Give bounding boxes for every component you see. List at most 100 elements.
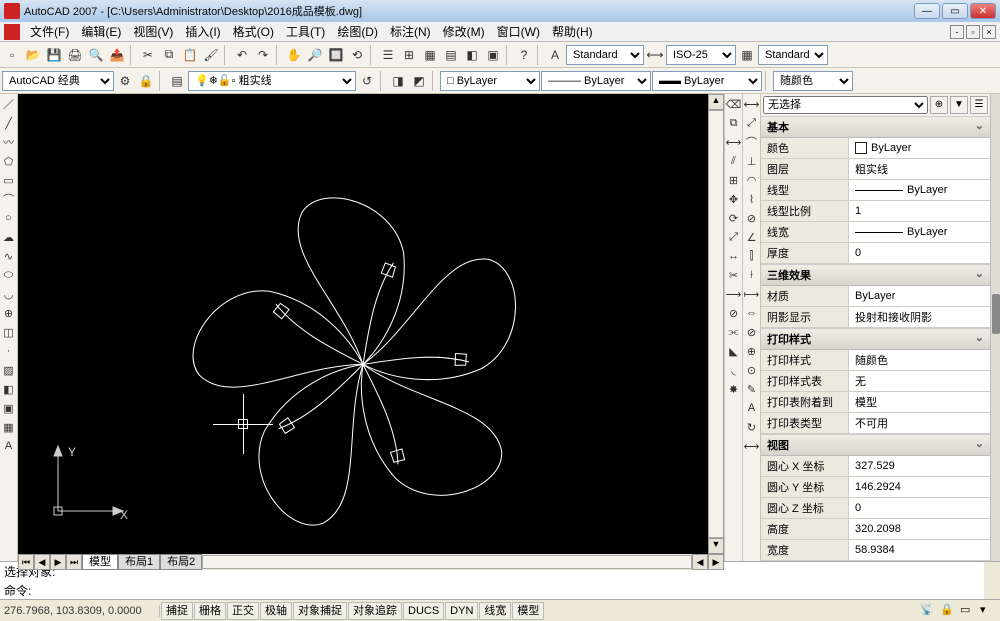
prop-ltype-value[interactable]: ByLayer	[849, 180, 990, 200]
tray-comm-icon[interactable]: 📡	[920, 603, 936, 619]
dimbreak-icon[interactable]: ⊘	[744, 324, 760, 340]
zoom-rt-icon[interactable]: 🔎	[305, 45, 325, 65]
selection-combo[interactable]: 无选择	[763, 96, 928, 114]
dimcont-icon[interactable]: ⟼	[744, 286, 760, 302]
tolerance-icon[interactable]: ⊕	[744, 343, 760, 359]
tray-lock-icon[interactable]: 🔒	[940, 603, 956, 619]
ellipsearc-icon[interactable]: ◡	[1, 286, 17, 302]
line-icon[interactable]: ／	[1, 96, 17, 112]
mode-polar[interactable]: 极轴	[260, 602, 292, 620]
circle-icon[interactable]: ○	[1, 210, 17, 226]
dimtedit-icon[interactable]: A	[744, 400, 760, 416]
layer-mgr-icon[interactable]: ▤	[167, 71, 187, 91]
point-icon[interactable]: ·	[1, 343, 17, 359]
new-icon[interactable]: ▫	[2, 45, 22, 65]
menu-edit[interactable]: 编辑(E)	[75, 23, 127, 40]
break-icon[interactable]: ⊘	[726, 305, 742, 321]
trim-icon[interactable]: ✂	[726, 267, 742, 283]
menu-modify[interactable]: 修改(M)	[437, 23, 491, 40]
tab-layout2[interactable]: 布局2	[160, 554, 202, 570]
pline-icon[interactable]: 〰	[1, 134, 17, 150]
linetype-combo[interactable]: ——— ByLayer	[541, 71, 651, 91]
pickadd-icon[interactable]: ⊕	[930, 96, 948, 114]
tab-layout1[interactable]: 布局1	[118, 554, 160, 570]
menu-insert[interactable]: 插入(I)	[179, 23, 226, 40]
center-icon[interactable]: ⊙	[744, 362, 760, 378]
prop-ptable-value[interactable]: 无	[849, 371, 990, 391]
mode-osnap[interactable]: 对象捕捉	[293, 602, 347, 620]
prop-color-value[interactable]: ByLayer	[849, 138, 990, 158]
scroll-left-icon[interactable]: ◀	[692, 554, 708, 570]
textstyle-icon[interactable]: A	[545, 45, 565, 65]
tab-prev-icon[interactable]: ◀	[34, 554, 50, 570]
dcenter-icon[interactable]: ⊞	[399, 45, 419, 65]
prop-pattach-value[interactable]: 模型	[849, 392, 990, 412]
command-scrollbar[interactable]	[984, 562, 1000, 599]
section-basic[interactable]: 基本⌄	[761, 116, 990, 138]
tablestyle-combo[interactable]: Standard	[758, 45, 828, 65]
open-icon[interactable]: 📂	[23, 45, 43, 65]
dimstyle2-icon[interactable]: ⟷	[744, 438, 760, 454]
region-icon[interactable]: ▣	[1, 400, 17, 416]
quickselect-icon[interactable]: ▼	[950, 96, 968, 114]
dimjog-icon[interactable]: ⌇	[744, 191, 760, 207]
polygon-icon[interactable]: ⬠	[1, 153, 17, 169]
move-icon[interactable]: ✥	[726, 191, 742, 207]
dimbase-icon[interactable]: ⟊	[744, 267, 760, 283]
dimaligned-icon[interactable]: ⤢	[744, 115, 760, 131]
prop-lscale-value[interactable]: 1	[849, 201, 990, 221]
dimang-icon[interactable]: ∠	[744, 229, 760, 245]
menu-format[interactable]: 格式(O)	[227, 23, 280, 40]
block-icon[interactable]: ◫	[1, 324, 17, 340]
extend-icon[interactable]: ⟶	[726, 286, 742, 302]
prop-cx-value[interactable]: 327.529	[849, 456, 990, 476]
mode-dyn[interactable]: DYN	[445, 602, 478, 620]
properties-scrollbar[interactable]	[990, 94, 1000, 561]
workspace-settings-icon[interactable]: ⚙	[115, 71, 135, 91]
properties-icon[interactable]: ☰	[378, 45, 398, 65]
mtext-icon[interactable]: A	[1, 438, 17, 454]
undo-icon[interactable]: ↶	[232, 45, 252, 65]
menu-view[interactable]: 视图(V)	[127, 23, 179, 40]
revcloud-icon[interactable]: ☁	[1, 229, 17, 245]
insert-icon[interactable]: ⊕	[1, 305, 17, 321]
publish-icon[interactable]: 📤	[107, 45, 127, 65]
mode-snap[interactable]: 捕捉	[161, 602, 193, 620]
table-icon[interactable]: ▦	[1, 419, 17, 435]
tray-menu-icon[interactable]: ▾	[980, 603, 996, 619]
hatch-icon[interactable]: ▨	[1, 362, 17, 378]
chamfer-icon[interactable]: ◣	[726, 343, 742, 359]
section-view[interactable]: 视图⌄	[761, 434, 990, 456]
scroll-right-icon[interactable]: ▶	[708, 554, 724, 570]
preview-icon[interactable]: 🔍	[86, 45, 106, 65]
menu-draw[interactable]: 绘图(D)	[331, 23, 384, 40]
explode-icon[interactable]: ✸	[726, 381, 742, 397]
drawing-area[interactable]: Y X ▲ ▼ ⏮ ◀ ▶ ⏭ 模型 布局1 布局2	[18, 94, 724, 561]
select-icon[interactable]: ☰	[970, 96, 988, 114]
scroll-up-icon[interactable]: ▲	[708, 94, 724, 110]
workspace-lock-icon[interactable]: 🔒	[136, 71, 156, 91]
minimize-button[interactable]: —	[914, 3, 940, 19]
spline-icon[interactable]: ∿	[1, 248, 17, 264]
tab-first-icon[interactable]: ⏮	[18, 554, 34, 570]
layer-prev-icon[interactable]: ↺	[357, 71, 377, 91]
plotstyle-combo[interactable]: 随颜色	[773, 71, 853, 91]
rotate-icon[interactable]: ⟳	[726, 210, 742, 226]
prop-pstyle-value[interactable]: 随颜色	[849, 350, 990, 370]
prop-w-value[interactable]: 58.9384	[849, 540, 990, 560]
copy-icon[interactable]: ⧉	[159, 45, 179, 65]
offset-icon[interactable]: ⫽	[726, 153, 742, 169]
prop-lweight-value[interactable]: ByLayer	[849, 222, 990, 242]
textstyle-combo[interactable]: Standard	[566, 45, 644, 65]
redo-icon[interactable]: ↷	[253, 45, 273, 65]
mode-ortho[interactable]: 正交	[227, 602, 259, 620]
arc-icon[interactable]: ⌒	[1, 191, 17, 207]
help-icon[interactable]: ?	[514, 45, 534, 65]
vscrollbar[interactable]: ▲ ▼	[708, 94, 724, 554]
layer-off-icon[interactable]: ◩	[409, 71, 429, 91]
rectangle-icon[interactable]: ▭	[1, 172, 17, 188]
calc-icon[interactable]: ▣	[483, 45, 503, 65]
dimupdate-icon[interactable]: ↻	[744, 419, 760, 435]
tab-next-icon[interactable]: ▶	[50, 554, 66, 570]
prop-h-value[interactable]: 320.2098	[849, 519, 990, 539]
